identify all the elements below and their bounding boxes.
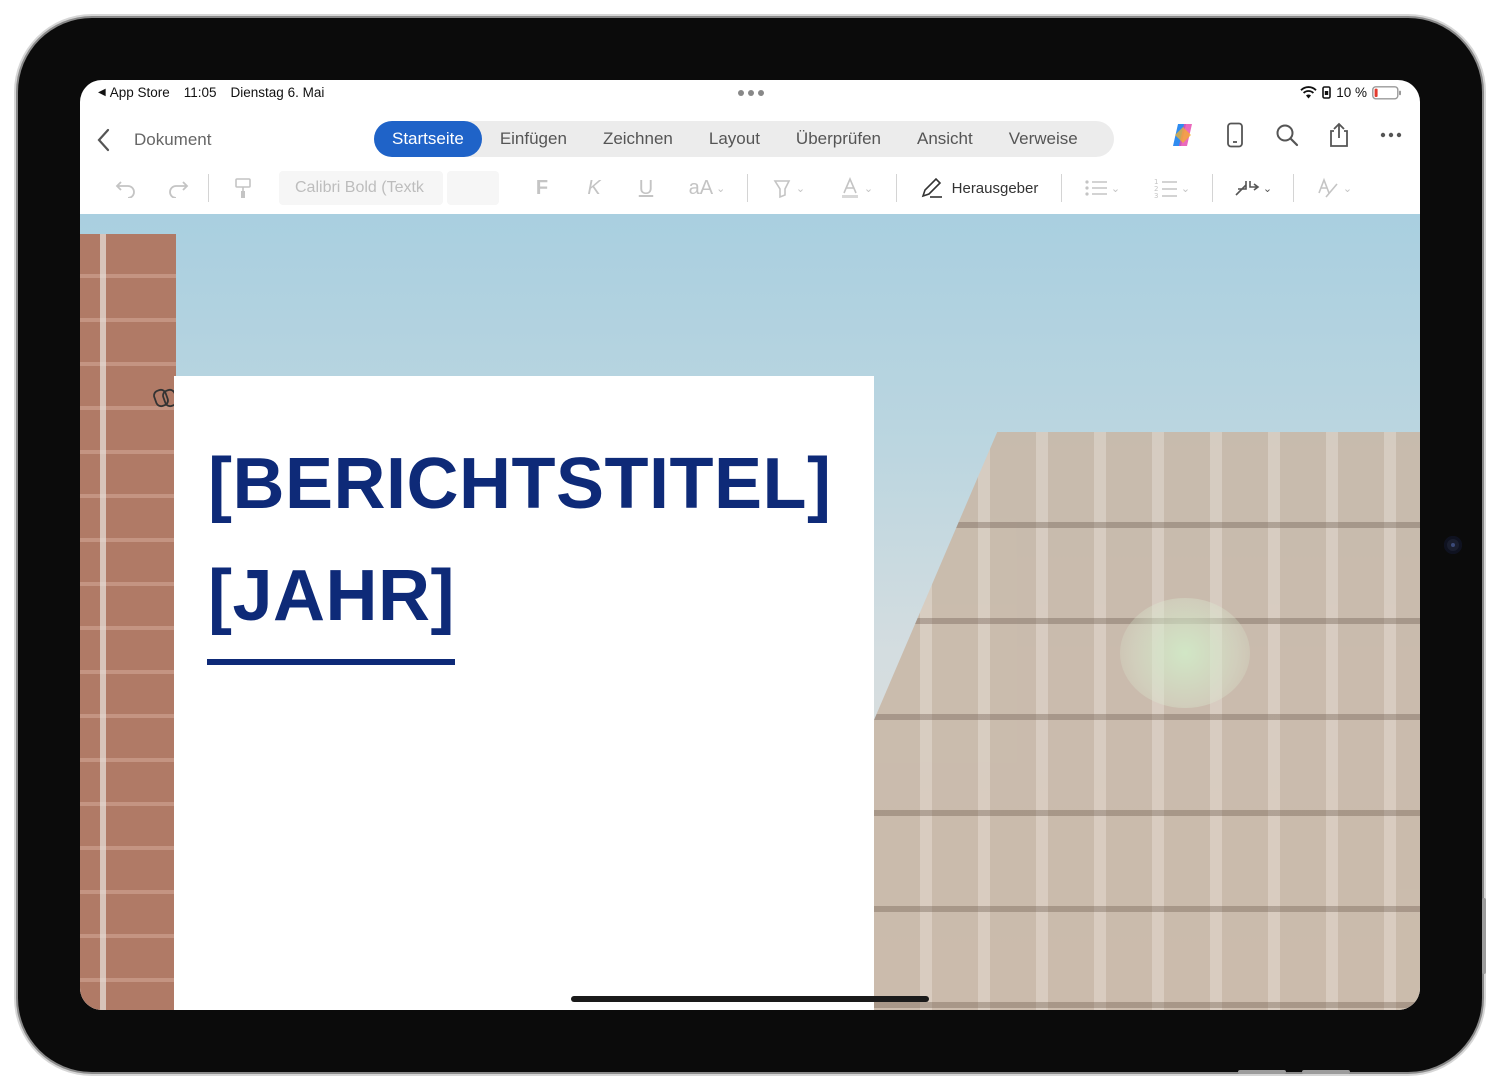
search-button[interactable] [1272, 120, 1302, 150]
top-button [1238, 1070, 1286, 1074]
battery-icon [1372, 85, 1401, 100]
share-icon [1330, 122, 1348, 147]
status-date: Dienstag 6. Mai [230, 85, 325, 100]
phone-view-icon [1227, 122, 1243, 148]
font-size-field[interactable] [447, 171, 499, 205]
lens-flare [1120, 598, 1250, 708]
share-button[interactable] [1324, 120, 1354, 150]
styles-icon [1318, 177, 1338, 198]
text-wrap-button[interactable]: ⌄ [1225, 172, 1281, 204]
back-to-app-link[interactable]: ◀ App Store [98, 85, 170, 100]
more-icon [1380, 132, 1402, 138]
tab-zeichnen[interactable]: Zeichnen [585, 121, 691, 157]
more-button[interactable] [1376, 120, 1406, 150]
title-bar: Dokument Startseite Einfügen Zeichnen La… [80, 118, 1420, 162]
phone-view-button[interactable] [1220, 120, 1250, 150]
bold-button[interactable]: F [521, 172, 563, 204]
report-title-line1[interactable]: [BERICHTSTITEL] [208, 428, 831, 540]
chevron-left-icon [97, 128, 110, 152]
back-app-label: App Store [109, 85, 170, 100]
numbered-list-button[interactable]: 1 2 3 ⌄ [1144, 172, 1200, 204]
background-building-right [874, 432, 1420, 1010]
title-underline [207, 659, 455, 665]
bullet-list-button[interactable]: ⌄ [1074, 172, 1130, 204]
tab-layout[interactable]: Layout [691, 121, 778, 157]
back-triangle-icon: ◀ [98, 87, 106, 98]
chevron-down-icon: ⌄ [863, 182, 874, 195]
redo-icon [169, 181, 189, 198]
italic-button[interactable]: K [573, 172, 615, 204]
chevron-down-icon: ⌄ [1180, 182, 1191, 195]
front-camera [1444, 536, 1462, 554]
multitasking-dots[interactable] [738, 90, 764, 96]
document-name[interactable]: Dokument [134, 130, 211, 150]
font-name-field[interactable]: Calibri Bold (Textk [279, 171, 443, 205]
redo-button[interactable] [160, 172, 196, 204]
search-icon [1276, 124, 1299, 147]
screen: ◀ App Store 11:05 Dienstag 6. Mai 10 % D… [80, 80, 1420, 1010]
tab-ansicht[interactable]: Ansicht [899, 121, 991, 157]
chevron-down-icon: ⌄ [1262, 182, 1273, 195]
bullet-list-icon [1085, 180, 1107, 196]
tab-einfuegen[interactable]: Einfügen [482, 121, 585, 157]
ribbon-tabs: Startseite Einfügen Zeichnen Layout Über… [374, 121, 1114, 157]
text-size-button[interactable]: aA ⌄ [679, 172, 735, 204]
tab-verweise[interactable]: Verweise [991, 121, 1096, 157]
undo-icon [115, 181, 135, 198]
battery-percent: 10 % [1336, 85, 1367, 100]
format-painter-button[interactable] [221, 172, 265, 204]
copilot-icon [1173, 124, 1192, 146]
editor-label: Herausgeber [951, 179, 1039, 197]
report-year-line[interactable]: [JAHR] [208, 540, 831, 652]
status-bar: ◀ App Store 11:05 Dienstag 6. Mai 10 % [80, 80, 1420, 106]
title-actions [1168, 120, 1406, 150]
format-painter-icon [235, 178, 251, 198]
wifi-icon [1300, 86, 1317, 99]
report-title[interactable]: [BERICHTSTITEL] [JAHR] [208, 428, 831, 652]
editor-button[interactable]: Herausgeber [909, 172, 1049, 204]
tab-ueberpruefen[interactable]: Überprüfen [778, 121, 899, 157]
text-size-label: aA [688, 176, 714, 199]
editor-pen-icon [921, 177, 942, 198]
undo-button[interactable] [108, 172, 144, 204]
chevron-down-icon: ⌄ [795, 182, 806, 195]
font-color-button[interactable]: ⌄ [828, 172, 884, 204]
back-button[interactable] [94, 126, 114, 154]
lock-rotation-icon [1322, 86, 1332, 99]
numbered-list-icon: 1 2 3 [1154, 178, 1177, 199]
status-time: 11:05 [183, 85, 217, 100]
font-color-icon [841, 177, 858, 198]
document-canvas[interactable]: [BERICHTSTITEL] [JAHR] [80, 214, 1420, 1010]
chevron-down-icon: ⌄ [1110, 182, 1121, 195]
text-wrap-icon [1235, 181, 1260, 196]
underline-button[interactable]: U [625, 172, 667, 204]
styles-button[interactable]: ⌄ [1306, 172, 1362, 204]
chevron-down-icon: ⌄ [716, 182, 726, 195]
highlighter-icon [773, 180, 791, 199]
chevron-down-icon: ⌄ [1342, 182, 1353, 195]
copilot-button[interactable] [1168, 120, 1198, 150]
tab-startseite[interactable]: Startseite [374, 121, 482, 157]
formatting-toolbar: Calibri Bold (Textk F K U aA ⌄ ⌄ ⌄ Herau… [80, 166, 1420, 210]
background-building-left [80, 234, 176, 1010]
svg-text:3: 3 [1154, 192, 1158, 199]
highlight-button[interactable]: ⌄ [760, 172, 816, 204]
home-indicator[interactable] [571, 996, 929, 1002]
title-box[interactable]: [BERICHTSTITEL] [JAHR] [174, 376, 874, 1010]
top-button-2 [1302, 1070, 1350, 1074]
volume-button [1482, 898, 1486, 974]
